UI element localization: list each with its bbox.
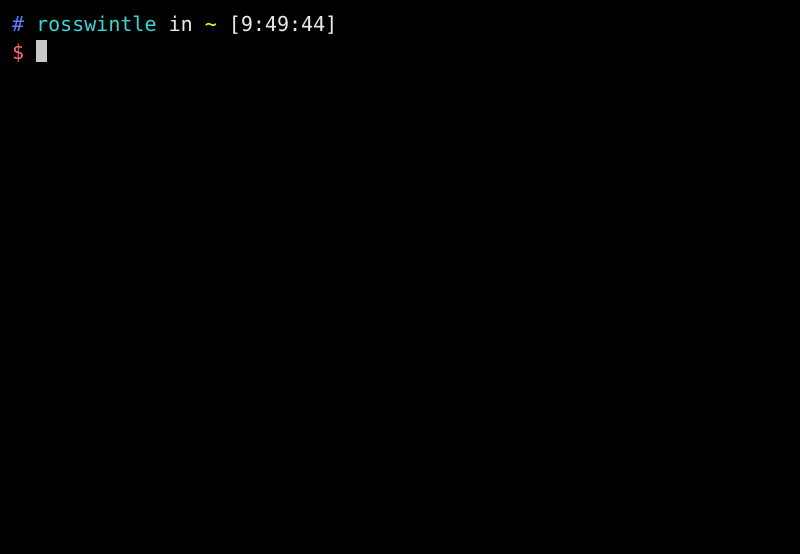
terminal-window[interactable]: # rosswintle in ~ [9:49:44] $ — [12, 10, 788, 66]
prompt-path: ~ — [205, 12, 217, 36]
prompt-in-word: in — [169, 12, 193, 36]
prompt-timestamp: [9:49:44] — [229, 12, 337, 36]
command-line[interactable]: $ — [12, 38, 788, 66]
prompt-status-line: # rosswintle in ~ [9:49:44] — [12, 10, 788, 38]
prompt-username: rosswintle — [36, 12, 156, 36]
cursor-icon — [36, 40, 47, 62]
prompt-hash: # — [12, 12, 24, 36]
prompt-dollar: $ — [12, 40, 24, 64]
